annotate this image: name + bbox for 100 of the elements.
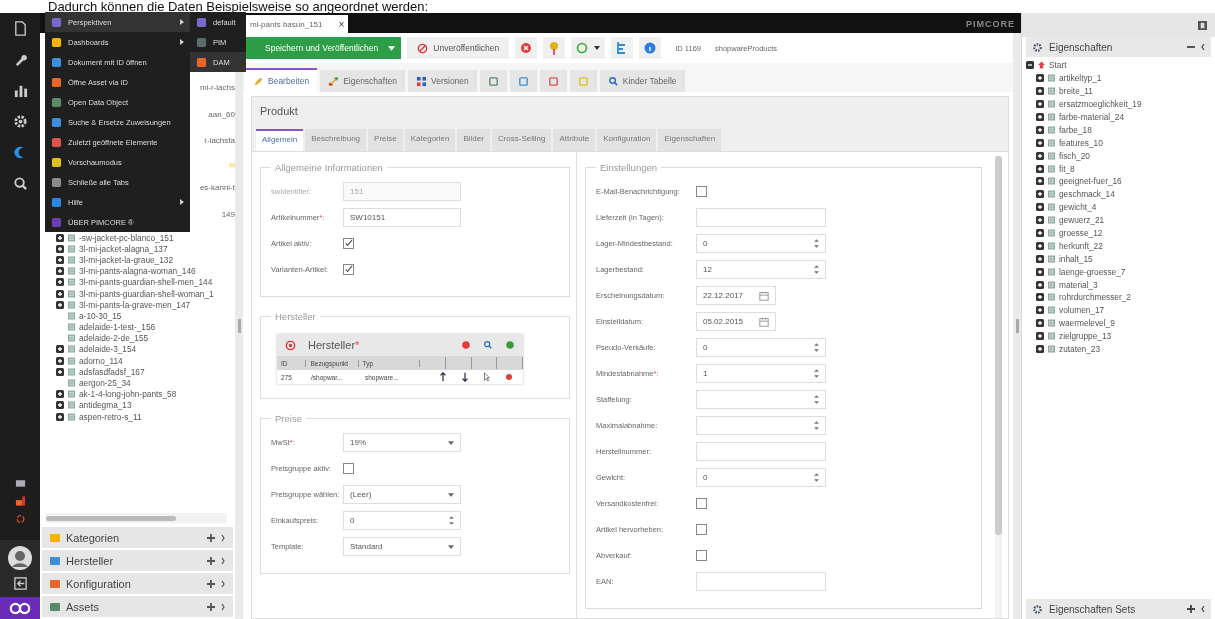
remove-icon[interactable] <box>461 340 471 350</box>
spinner-icon[interactable] <box>814 238 819 249</box>
remove-icon[interactable] <box>505 372 513 382</box>
expand-icon[interactable] <box>56 267 64 276</box>
scrollbar[interactable] <box>46 515 176 521</box>
tree-item[interactable]: farbe-material_24 <box>1059 112 1125 122</box>
input-field[interactable] <box>696 572 826 591</box>
tree-item[interactable]: laenge-groesse_7 <box>1059 266 1126 277</box>
tree-item[interactable]: zielgruppe_13 <box>1059 331 1112 342</box>
expand-icon[interactable] <box>1036 267 1044 276</box>
expand-icon[interactable] <box>1036 177 1044 186</box>
tree-item[interactable]: adelaide-3_154 <box>79 344 137 355</box>
plus-icon[interactable] <box>207 602 215 611</box>
accordion-header[interactable]: Hersteller <box>42 550 233 571</box>
chevron-icon[interactable] <box>221 602 225 611</box>
input-field[interactable]: 0 <box>696 234 826 253</box>
tab[interactable]: Attribute <box>553 129 596 151</box>
tree-item[interactable]: 3l-mi-pants-alagna-woman_146 <box>79 266 196 277</box>
expand-icon[interactable] <box>56 244 64 253</box>
input-field[interactable]: 1 <box>696 364 826 383</box>
expand-icon[interactable] <box>1036 203 1044 212</box>
spinner-icon[interactable] <box>814 472 819 483</box>
tree-item[interactable]: antidegma_13 <box>79 400 132 411</box>
tab[interactable]: Kategorien <box>404 129 456 151</box>
expand-icon[interactable] <box>1036 319 1044 328</box>
accordion-header[interactable]: Kategorien <box>42 527 233 548</box>
bar-chart-icon[interactable] <box>12 83 28 98</box>
refresh-icon[interactable] <box>14 514 26 524</box>
logout-icon[interactable] <box>12 576 28 591</box>
tree-item[interactable]: mi-r-lachs <box>189 83 235 93</box>
input-field[interactable]: SW10151 <box>343 208 461 227</box>
expand-icon[interactable] <box>1036 229 1044 237</box>
expand-icon[interactable] <box>1036 345 1044 354</box>
tree-item[interactable]: adorno_114 <box>79 355 123 366</box>
plus-icon[interactable] <box>1187 605 1195 613</box>
input-field[interactable]: 19% <box>343 433 461 452</box>
checkbox[interactable] <box>343 463 354 474</box>
tab[interactable]: Preise <box>368 129 403 151</box>
checkbox[interactable] <box>696 524 707 535</box>
scrollbar[interactable] <box>995 156 1002 535</box>
chevron-icon[interactable] <box>1201 605 1205 613</box>
tree-item[interactable]: 3l-mi-pants-guardian-shell-men_144 <box>79 277 213 288</box>
accordion-header[interactable]: Konfiguration <box>42 573 233 594</box>
tree-item[interactable]: 3l-mi-pants-guardian-shell-woman_1 <box>79 288 214 299</box>
spinner-icon[interactable] <box>449 515 454 526</box>
tree-item[interactable]: a-10-30_15 <box>79 310 122 321</box>
tree-item[interactable]: adsfasdfadsf_167 <box>79 366 145 377</box>
input-field[interactable]: (Leer) <box>343 485 461 504</box>
panel-header[interactable]: Eigenschaften Sets <box>1026 599 1211 619</box>
expand-icon[interactable] <box>1036 241 1044 250</box>
expand-icon[interactable] <box>1036 293 1044 302</box>
tree-item[interactable]: aan_60 <box>189 109 235 120</box>
expand-icon[interactable] <box>1036 332 1044 341</box>
info-icon[interactable] <box>639 37 662 59</box>
tree-item[interactable]: ersatzmoeglichkeit_19 <box>1059 99 1142 110</box>
input-field[interactable] <box>696 390 826 409</box>
expand-icon[interactable] <box>1036 138 1044 147</box>
panel-icon[interactable] <box>1198 20 1207 30</box>
checkbox[interactable] <box>343 238 354 249</box>
tree-item[interactable]: geeignet-fuer_16 <box>1059 176 1122 187</box>
tree-item[interactable]: Start <box>1049 60 1067 71</box>
down-arrow-icon[interactable] <box>461 372 469 382</box>
input-field[interactable]: Standard <box>343 537 461 556</box>
collapse-handle[interactable] <box>237 319 241 333</box>
tree-item[interactable]: aspen-retro-s_11 <box>79 411 142 422</box>
tree-item[interactable]: artikeltyp_1 <box>1059 73 1102 84</box>
tree-item[interactable]: 3l-mi-pants-la-grave-men_147 <box>79 299 191 310</box>
tab[interactable]: Konfiguration <box>597 129 657 151</box>
tree-item[interactable]: volumen_17 <box>1059 305 1105 316</box>
expand-icon[interactable] <box>1036 190 1044 199</box>
checkbox[interactable] <box>696 550 707 561</box>
expand-icon[interactable] <box>1036 125 1044 134</box>
collapse-icon[interactable] <box>1026 61 1034 70</box>
chevron-icon[interactable] <box>221 579 225 588</box>
tree-item[interactable]: waermelevel_9 <box>1059 318 1115 329</box>
input-field[interactable] <box>696 416 826 435</box>
expand-icon[interactable] <box>56 289 64 298</box>
expand-icon[interactable] <box>1036 254 1044 263</box>
tree-item[interactable]: gewicht_4 <box>1059 202 1097 213</box>
expand-icon[interactable] <box>1036 87 1044 96</box>
expand-icon[interactable] <box>56 401 64 410</box>
tree-item[interactable]: adelaide-2-de_155 <box>79 333 149 344</box>
input-field[interactable]: 22.12.2017 <box>696 286 776 305</box>
chevron-icon[interactable] <box>221 556 225 565</box>
expand-icon[interactable] <box>56 255 64 264</box>
pin-icon[interactable] <box>543 37 566 59</box>
tree-item[interactable]: gewuerz_21 <box>1059 215 1105 226</box>
tree-item[interactable]: herkunft_22 <box>1059 240 1103 251</box>
chevron-icon[interactable] <box>221 533 225 542</box>
chart-icon[interactable] <box>14 496 26 506</box>
tree-item[interactable]: inhalt_15 <box>1059 253 1093 264</box>
tree-item[interactable]: 149 <box>189 209 235 220</box>
checkbox[interactable] <box>696 186 707 197</box>
tab[interactable]: Versionen <box>408 70 477 92</box>
tree-item[interactable]: material_3 <box>1059 279 1098 290</box>
expand-icon[interactable] <box>1036 280 1044 289</box>
hierarchy-icon[interactable] <box>611 37 634 59</box>
checkbox[interactable] <box>696 498 707 509</box>
spinner-icon[interactable] <box>814 342 819 353</box>
delete-icon[interactable] <box>515 37 538 59</box>
